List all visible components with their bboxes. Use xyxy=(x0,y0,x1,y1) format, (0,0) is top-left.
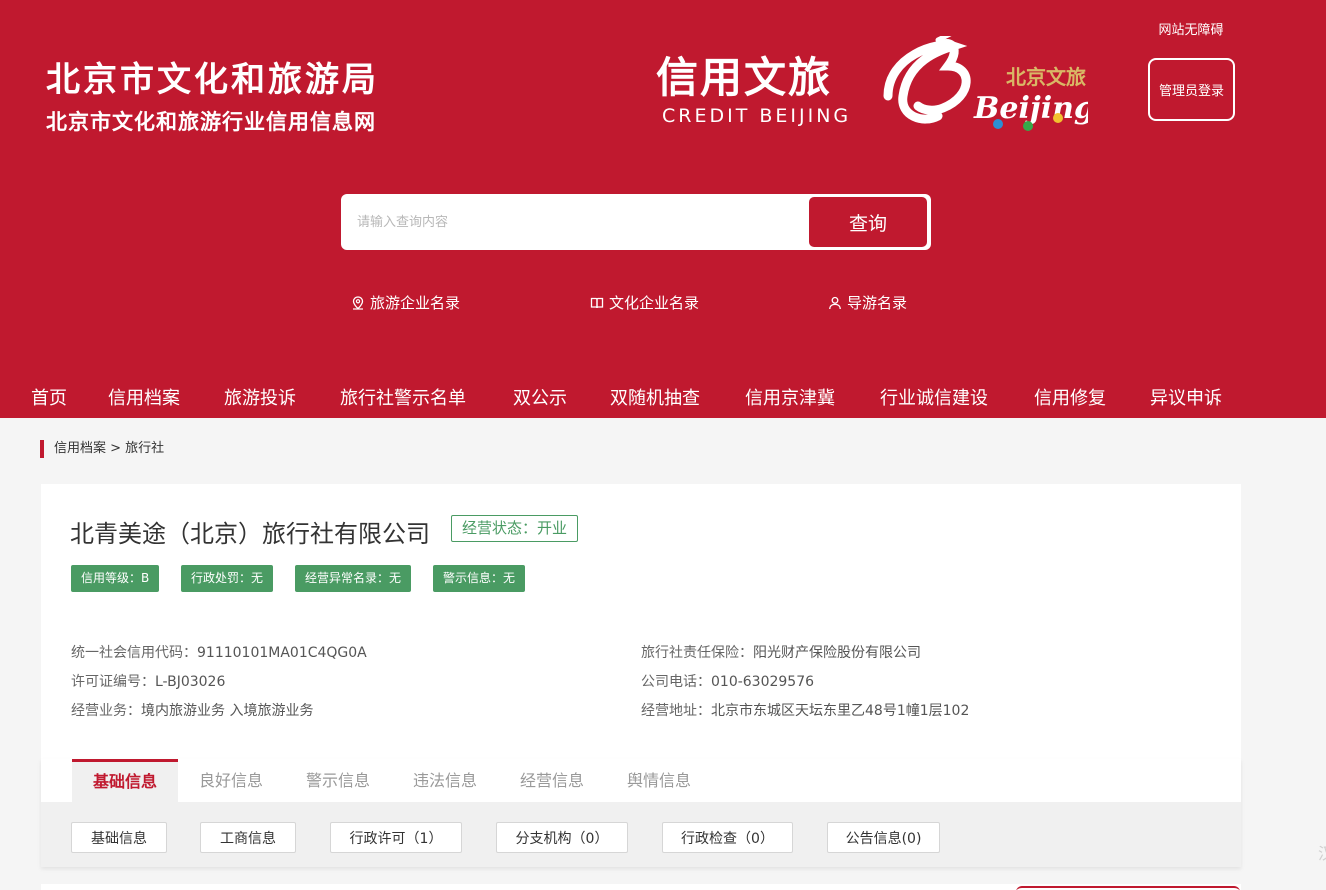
info-value: 91110101MA01C4QG0A xyxy=(197,645,367,661)
location-pin-icon xyxy=(352,295,364,310)
breadcrumb[interactable]: 信用档案 > 旅行社 xyxy=(40,440,164,458)
info-label: 公司电话： xyxy=(641,674,711,690)
credit-beijing-logo: 信用文旅 CREDIT BEIJING xyxy=(656,52,856,132)
search-button[interactable]: 查询 xyxy=(809,197,927,247)
subtab-admin-license[interactable]: 行政许可（1） xyxy=(330,822,462,853)
credit-logo-cn: 信用文旅 xyxy=(656,53,833,102)
info-tab-panel: 基础信息 良好信息 警示信息 违法信息 经营信息 舆情信息 基础信息 工商信息 … xyxy=(41,759,1241,867)
nav-item-credit-archive[interactable]: 信用档案 xyxy=(108,383,180,415)
info-label: 经营业务： xyxy=(71,703,141,719)
book-icon xyxy=(590,297,604,308)
info-value: L-BJ03026 xyxy=(155,674,226,690)
info-value: 阳光财产保险股份有限公司 xyxy=(753,645,921,661)
company-name: 北青美途（北京）旅行社有限公司 xyxy=(70,520,430,548)
tab-illegal-info[interactable]: 违法信息 xyxy=(392,759,498,802)
org-name: 北京市文化和旅游局 xyxy=(46,60,379,100)
tab-bar: 基础信息 良好信息 警示信息 违法信息 经营信息 舆情信息 xyxy=(41,759,1241,802)
info-value: 境内旅游业务 入境旅游业务 xyxy=(141,703,314,719)
subtab-branches[interactable]: 分支机构（0） xyxy=(496,822,628,853)
next-section-tab-edge xyxy=(1016,886,1240,890)
info-label: 许可证编号： xyxy=(71,674,155,690)
liability-insurance-row: 旅行社责任保险：阳光财产保险股份有限公司 xyxy=(641,642,921,662)
business-scope-row: 经营业务：境内旅游业务 入境旅游业务 xyxy=(71,700,313,720)
accessibility-link[interactable]: 网站无障碍 xyxy=(1148,19,1234,38)
site-header: 北京市文化和旅游局 北京市文化和旅游行业信用信息网 信用文旅 CREDIT BE… xyxy=(0,0,1326,418)
quick-link-label: 旅游企业名录 xyxy=(370,294,461,312)
tab-operation-info[interactable]: 经营信息 xyxy=(499,759,605,802)
search-input[interactable] xyxy=(357,208,797,236)
quick-link-tourism-directory[interactable]: 旅游企业名录 xyxy=(351,292,460,313)
svg-text:北京文旅: 北京文旅 xyxy=(1006,65,1086,89)
tab-public-opinion-info[interactable]: 舆情信息 xyxy=(606,759,712,802)
warning-info-tag: 警示信息：无 xyxy=(433,565,526,592)
nav-item-credit-repair[interactable]: 信用修复 xyxy=(1034,383,1106,415)
tab-basic-info[interactable]: 基础信息 xyxy=(72,759,178,802)
nav-item-jingjinji-credit[interactable]: 信用京津冀 xyxy=(745,383,835,415)
search-bar: 查询 xyxy=(341,194,931,250)
site-name: 北京市文化和旅游行业信用信息网 xyxy=(46,110,376,134)
subtab-announcements[interactable]: 公告信息(0) xyxy=(827,822,940,853)
admin-penalty-tag: 行政处罚：无 xyxy=(181,565,274,592)
sub-tab-bar: 基础信息 工商信息 行政许可（1） 分支机构（0） 行政检查（0） 公告信息(0… xyxy=(41,802,1241,867)
nav-item-double-disclosure[interactable]: 双公示 xyxy=(513,383,567,415)
credit-code-row: 统一社会信用代码：91110101MA01C4QG0A xyxy=(71,642,367,662)
info-value: 010-63029576 xyxy=(711,674,815,690)
info-label: 经营地址： xyxy=(641,703,711,719)
status-badge: 经营状态：开业 xyxy=(451,515,579,542)
nav-item-tourism-complaints[interactable]: 旅游投诉 xyxy=(224,383,296,415)
admin-login-button[interactable]: 管理员登录 xyxy=(1148,58,1235,121)
main-navigation: 首页 信用档案 旅游投诉 旅行社警示名单 双公示 双随机抽查 信用京津冀 行业诚… xyxy=(0,383,1326,415)
company-profile-card: 北青美途（北京）旅行社有限公司 经营状态：开业 信用等级：B 行政处罚：无 经营… xyxy=(41,484,1241,759)
quick-links: 旅游企业名录 文化企业名录 导游名录 xyxy=(0,292,1326,316)
credit-level-tag: 信用等级：B xyxy=(71,565,160,592)
company-phone-row: 公司电话：010-63029576 xyxy=(641,671,814,691)
beijing-tourism-logo: 北京文旅 Beijing xyxy=(883,36,1088,131)
subtab-admin-inspection[interactable]: 行政检查（0） xyxy=(662,822,793,853)
quick-link-culture-directory[interactable]: 文化企业名录 xyxy=(590,292,699,313)
license-number-row: 许可证编号：L-BJ03026 xyxy=(71,671,225,691)
business-address-row: 经营地址：北京市东城区天坛东里乙48号1幢1层102 xyxy=(641,700,969,720)
info-label: 统一社会信用代码： xyxy=(71,645,197,661)
quick-link-label: 导游名录 xyxy=(847,294,908,312)
quick-link-label: 文化企业名录 xyxy=(609,294,700,312)
subtab-business-registration[interactable]: 工商信息 xyxy=(200,822,296,853)
nav-item-objection-appeal[interactable]: 异议申诉 xyxy=(1150,383,1222,415)
tab-warning-info[interactable]: 警示信息 xyxy=(285,759,391,802)
edge-glyph: 汉 xyxy=(1318,843,1326,865)
tab-good-info[interactable]: 良好信息 xyxy=(178,759,284,802)
info-label: 旅行社责任保险： xyxy=(641,645,753,661)
quick-link-guide-directory[interactable]: 导游名录 xyxy=(828,292,907,313)
nav-item-home[interactable]: 首页 xyxy=(31,383,67,415)
nav-item-agency-warning-list[interactable]: 旅行社警示名单 xyxy=(340,383,466,415)
credit-logo-en: CREDIT BEIJING xyxy=(662,105,852,127)
nav-item-industry-integrity[interactable]: 行业诚信建设 xyxy=(880,383,988,415)
info-value: 北京市东城区天坛东里乙48号1幢1层102 xyxy=(711,703,970,719)
nav-item-random-inspection[interactable]: 双随机抽查 xyxy=(610,383,700,415)
subtab-basic-info[interactable]: 基础信息 xyxy=(71,822,167,853)
abnormal-operation-tag: 经营异常名录：无 xyxy=(295,565,412,592)
user-icon xyxy=(829,296,841,309)
svg-text:Beijing: Beijing xyxy=(973,91,1088,126)
